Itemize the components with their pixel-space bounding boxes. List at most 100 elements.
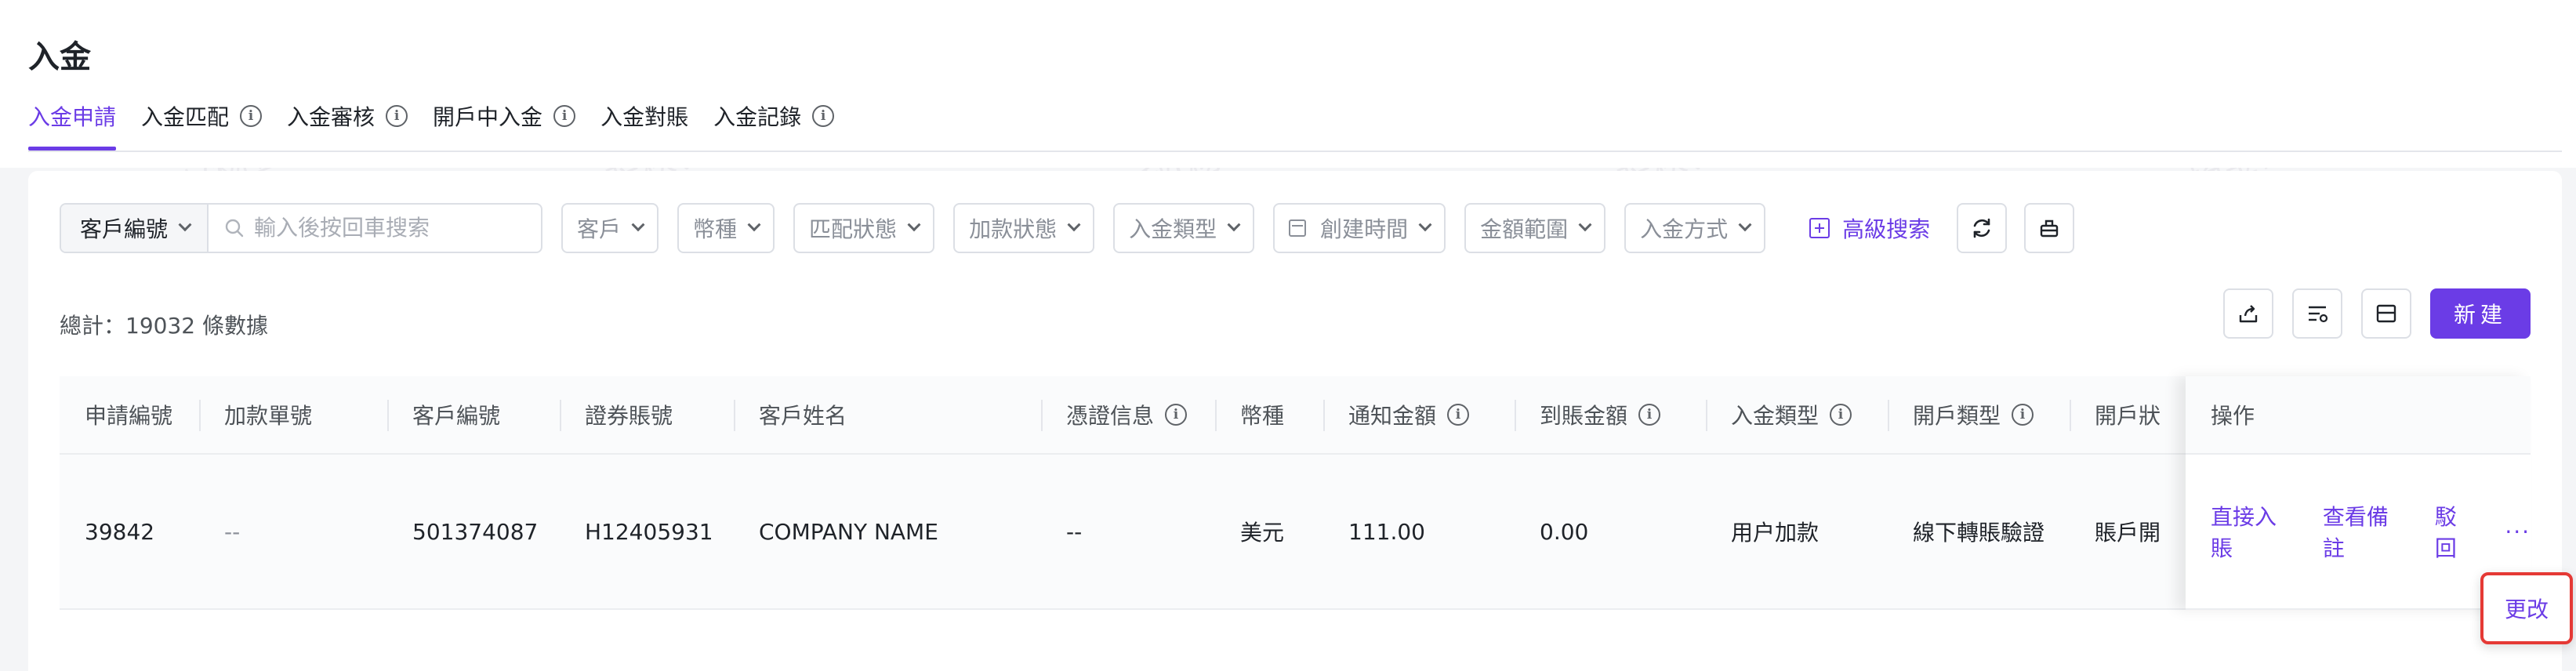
header-label: 開戶類型 xyxy=(1913,403,2001,429)
tab-deposit-reconciliation[interactable]: 入金對賬 xyxy=(600,92,688,140)
cell-notified-amount: 111.00 xyxy=(1348,518,1425,545)
info-icon[interactable]: i xyxy=(240,105,263,127)
header-label: 憑證信息 xyxy=(1066,403,1155,429)
total-count: 總計：19032 條數據 xyxy=(60,313,268,339)
filter-label: 入金類型 xyxy=(1129,216,1217,242)
tab-deposit-review[interactable]: 入金審核 i xyxy=(287,92,408,140)
col-account-status[interactable]: 開戶狀 xyxy=(2070,376,2195,453)
tab-deposit-application[interactable]: 入金申請 xyxy=(28,92,117,151)
filter-customer[interactable]: 客戶 xyxy=(561,203,659,253)
filter-label: 匹配狀態 xyxy=(809,216,898,242)
cell-account-status: 賬戶開 xyxy=(2095,520,2161,546)
filter-label: 創建時間 xyxy=(1320,216,1409,242)
col-currency[interactable]: 幣種 xyxy=(1215,376,1323,453)
broom-icon xyxy=(2040,219,2059,238)
filter-label: 客戶 xyxy=(577,216,622,242)
chevron-down-icon xyxy=(631,218,645,232)
table-header: 申請編號 加款單號 客戶編號 證券賬號 客戶姓名 憑證信息 i 幣種 通知金額 i … xyxy=(60,376,2531,455)
tab-label: 入金申請 xyxy=(28,104,117,130)
header-label: 申請編號 xyxy=(85,403,173,429)
col-customer-no[interactable]: 客戶編號 xyxy=(387,376,560,453)
tab-deposit-matching[interactable]: 入金匹配 i xyxy=(141,92,263,140)
tab-bar: 入金申請 入金匹配 i 入金審核 i 開戶中入金 i 入金對賬 入金記錄 i xyxy=(28,92,859,152)
filter-amount-range[interactable]: 金額範圍 xyxy=(1464,203,1606,253)
operations-row: 直接入賬 查看備註 駁回 ··· xyxy=(2186,455,2531,610)
operations-column: 操作 直接入賬 查看備註 駁回 ··· xyxy=(2186,376,2531,610)
col-securities-account[interactable]: 證券賬號 xyxy=(560,376,734,453)
export-button[interactable] xyxy=(2223,288,2273,339)
chevron-down-icon xyxy=(747,218,761,232)
page-title: 入金 xyxy=(28,39,91,75)
info-icon[interactable]: i xyxy=(386,105,408,127)
header-label: 證券賬號 xyxy=(585,403,673,429)
info-icon[interactable]: i xyxy=(1830,404,1852,426)
tab-label: 入金對賬 xyxy=(600,104,689,130)
reject-link[interactable]: 駁回 xyxy=(2435,500,2476,563)
filter-label: 幣種 xyxy=(693,216,738,242)
filter-currency[interactable]: 幣種 xyxy=(677,203,775,253)
info-icon[interactable]: i xyxy=(1447,404,1470,426)
modify-menu-item[interactable]: 更改 xyxy=(2505,593,2549,624)
col-deposit-type[interactable]: 入金類型 i xyxy=(1706,376,1888,453)
refresh-button[interactable] xyxy=(1957,203,2008,253)
col-application-no[interactable]: 申請編號 xyxy=(60,376,199,453)
cell-customer-name: COMPANY NAME xyxy=(759,518,938,545)
header-label: 開戶狀 xyxy=(2095,403,2161,429)
advanced-search-label: 高級搜索 xyxy=(1842,216,1931,242)
header-label: 客戶編號 xyxy=(412,403,501,429)
col-received-amount[interactable]: 到賬金額 i xyxy=(1515,376,1706,453)
info-icon[interactable]: i xyxy=(2012,404,2034,426)
tab-label: 開戶中入金 xyxy=(433,104,543,130)
search-icon xyxy=(225,219,244,238)
tabs-divider xyxy=(28,151,2562,152)
cell-currency: 美元 xyxy=(1240,520,1285,546)
info-icon[interactable]: i xyxy=(553,105,576,127)
search-input[interactable] xyxy=(254,216,526,241)
filter-match-status[interactable]: 匹配狀態 xyxy=(793,203,935,253)
header-label: 入金類型 xyxy=(1731,403,1820,429)
filter-label: 入金方式 xyxy=(1640,216,1729,242)
search-field-select[interactable]: 客戶編號 xyxy=(61,205,209,252)
column-settings-button[interactable] xyxy=(2292,288,2342,339)
filter-label: 加款狀態 xyxy=(969,216,1058,242)
filter-deposit-method[interactable]: 入金方式 xyxy=(1624,203,1766,253)
col-notified-amount[interactable]: 通知金額 i xyxy=(1323,376,1515,453)
chevron-down-icon xyxy=(1738,218,1752,232)
new-button[interactable]: 新建 xyxy=(2430,288,2531,339)
layout-icon xyxy=(2376,304,2396,323)
info-icon[interactable]: i xyxy=(1638,404,1661,426)
clear-filters-button[interactable] xyxy=(2024,203,2075,253)
filter-deposit-type[interactable]: 入金類型 xyxy=(1113,203,1255,253)
page-header: 入金 入金申請 入金匹配 i 入金審核 i 開戶中入金 i 入金對賬 入金記錄 i xyxy=(0,0,2576,168)
chevron-down-icon xyxy=(1067,218,1081,232)
cell-deposit-type: 用户加款 xyxy=(1731,520,1820,546)
chevron-down-icon xyxy=(1227,218,1241,232)
direct-credit-link[interactable]: 直接入賬 xyxy=(2211,500,2295,563)
tab-label: 入金記錄 xyxy=(713,104,802,130)
tab-deposit-records[interactable]: 入金記錄 i xyxy=(713,92,835,140)
search-input-wrap xyxy=(209,205,541,252)
col-credit-no[interactable]: 加款單號 xyxy=(199,376,387,453)
header-label: 到賬金額 xyxy=(1540,403,1628,429)
filter-credit-status[interactable]: 加款狀態 xyxy=(953,203,1095,253)
col-voucher-info[interactable]: 憑證信息 i xyxy=(1041,376,1215,453)
col-account-type[interactable]: 開戶類型 i xyxy=(1888,376,2070,453)
col-customer-name[interactable]: 客戶姓名 xyxy=(734,376,1041,453)
table-toolbar: 新建 xyxy=(2223,288,2531,339)
info-icon[interactable]: i xyxy=(812,105,835,127)
filter-created-time[interactable]: 創建時間 xyxy=(1273,203,1446,253)
view-remarks-link[interactable]: 查看備註 xyxy=(2323,500,2407,563)
tab-opening-deposit[interactable]: 開戶中入金 i xyxy=(433,92,576,140)
deposit-table: 申請編號 加款單號 客戶編號 證券賬號 客戶姓名 憑證信息 i 幣種 通知金額 i … xyxy=(60,376,2531,610)
cell-customer-no: 501374087 xyxy=(412,518,539,545)
cell-credit-no: -- xyxy=(224,518,241,545)
advanced-search-button[interactable]: 高級搜索 xyxy=(1809,212,1930,244)
cell-voucher-info: -- xyxy=(1066,518,1083,545)
table-row[interactable]: 39842 -- 501374087 H12405931 COMPANY NAM… xyxy=(60,455,2531,610)
search-field-label: 客戶編號 xyxy=(80,216,169,242)
more-menu-popup: 更改 xyxy=(2480,572,2573,644)
info-icon[interactable]: i xyxy=(1165,404,1188,426)
more-icon[interactable]: ··· xyxy=(2505,519,2531,545)
filter-bar: 客戶編號 客戶 幣種 匹配狀態 加款狀態 入金類型 創建時間 金額範圍 入金方式… xyxy=(60,202,2092,254)
layout-toggle-button[interactable] xyxy=(2361,288,2411,339)
